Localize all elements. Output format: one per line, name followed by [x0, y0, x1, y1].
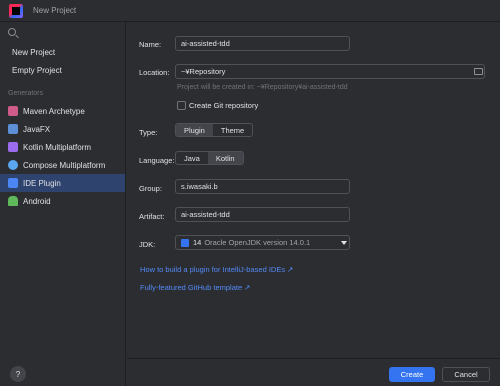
sidebar-item-label: Maven Archetype	[23, 106, 85, 116]
type-option-plugin[interactable]: Plugin	[176, 124, 213, 136]
sidebar-item-label: IDE Plugin	[23, 178, 61, 188]
location-field[interactable]: ~¥Repository	[175, 64, 485, 79]
type-option-theme[interactable]: Theme	[213, 124, 252, 136]
window-title: New Project	[33, 6, 77, 15]
jdk-select[interactable]: 14 Oracle OpenJDK version 14.0.1	[175, 235, 350, 250]
jdk-folder-icon	[181, 238, 189, 247]
sidebar: New Project Empty Project Generators Mav…	[0, 22, 126, 386]
project-settings-panel: Name: ai-assisted-tdd Location: ~¥Reposi…	[127, 22, 500, 386]
language-option-java[interactable]: Java	[176, 152, 208, 164]
github-template-link[interactable]: Fully-featured GitHub template ↗	[140, 283, 251, 292]
search-icon	[8, 28, 16, 36]
sidebar-item-label: New Project	[12, 47, 56, 57]
sidebar-item-new-project[interactable]: New Project	[0, 43, 125, 61]
create-git-label: Create Git repository	[189, 101, 259, 110]
sidebar-item-maven-archetype[interactable]: Maven Archetype	[0, 102, 125, 120]
sidebar-item-compose-multiplatform[interactable]: Compose Multiplatform	[0, 156, 125, 174]
artifact-label: Artifact:	[139, 212, 165, 221]
kotlin-icon	[8, 142, 18, 152]
location-hint: Project will be created in: ~¥Repository…	[177, 84, 348, 91]
chevron-down-icon	[341, 241, 347, 245]
jdk-version: 14	[193, 238, 202, 247]
maven-icon	[8, 106, 18, 116]
sidebar-item-empty-project[interactable]: Empty Project	[0, 61, 125, 79]
artifact-field[interactable]: ai-assisted-tdd	[175, 207, 350, 222]
name-label: Name:	[139, 40, 162, 49]
location-label: Location:	[139, 68, 170, 77]
sidebar-item-label: Kotlin Multiplatform	[23, 142, 92, 152]
folder-icon[interactable]	[474, 68, 483, 75]
sidebar-item-label: JavaFX	[23, 124, 51, 134]
jdk-label: JDK:	[139, 240, 156, 249]
plugin-docs-link[interactable]: How to build a plugin for IntelliJ-based…	[140, 265, 293, 274]
language-label: Language:	[139, 156, 175, 165]
sidebar-item-label: Empty Project	[12, 65, 62, 75]
sidebar-item-ide-plugin[interactable]: IDE Plugin	[0, 174, 125, 192]
create-git-checkbox[interactable]	[177, 101, 186, 110]
compose-icon	[8, 160, 18, 170]
javafx-icon	[8, 124, 18, 134]
sidebar-item-javafx[interactable]: JavaFX	[0, 120, 125, 138]
jdk-value: Oracle OpenJDK version 14.0.1	[204, 238, 311, 247]
name-field[interactable]: ai-assisted-tdd	[175, 36, 350, 51]
language-segmented-control: Java Kotlin	[175, 151, 244, 165]
sidebar-item-label: Android	[23, 196, 51, 206]
title-bar: New Project	[0, 0, 500, 22]
language-option-kotlin[interactable]: Kotlin	[207, 152, 243, 164]
type-label: Type:	[139, 128, 158, 137]
help-button[interactable]: ?	[10, 366, 26, 382]
type-segmented-control: Plugin Theme	[175, 123, 254, 137]
android-icon	[8, 196, 18, 206]
cancel-button[interactable]: Cancel	[442, 367, 490, 382]
location-value: ~¥Repository	[181, 67, 226, 76]
create-button[interactable]: Create	[389, 367, 435, 382]
intellij-app-icon	[9, 3, 23, 18]
sidebar-search[interactable]	[4, 24, 121, 40]
sidebar-item-android[interactable]: Android	[0, 192, 125, 210]
group-label: Group:	[139, 184, 162, 193]
plugin-icon	[8, 178, 18, 188]
sidebar-item-label: Compose Multiplatform	[23, 160, 106, 170]
sidebar-item-kotlin-multiplatform[interactable]: Kotlin Multiplatform	[0, 138, 125, 156]
generators-group-label: Generators	[8, 89, 44, 97]
group-field[interactable]: s.iwasaki.b	[175, 179, 350, 194]
